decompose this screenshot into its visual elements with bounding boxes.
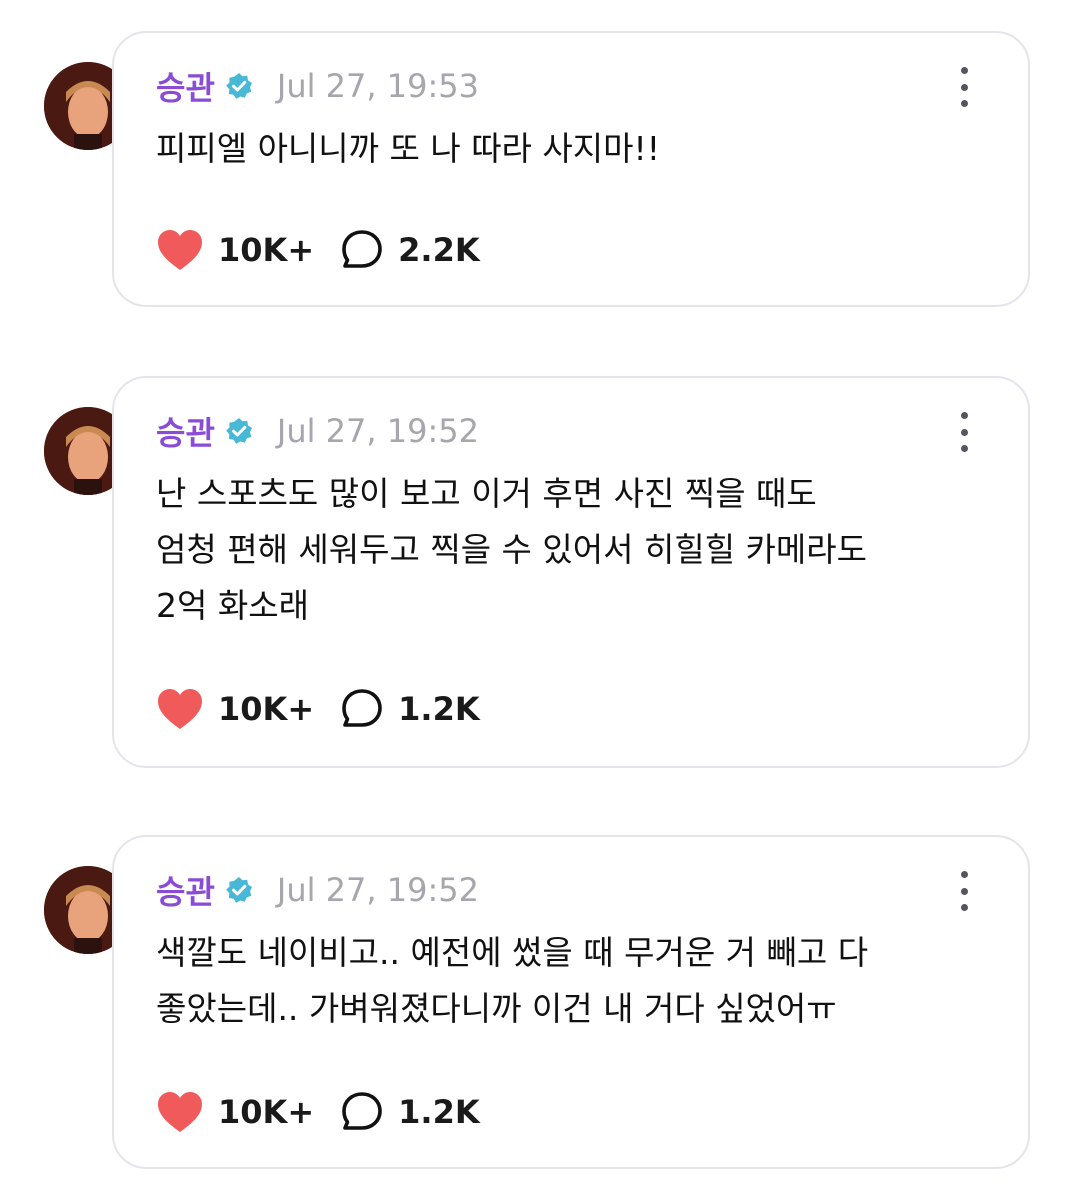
more-vertical-icon[interactable]: [952, 871, 976, 911]
like-button[interactable]: 10K+: [156, 228, 314, 272]
post-text: 색깔도 네이비고.. 예전에 썼을 때 무거운 거 빼고 다 좋았는데.. 가벼…: [156, 933, 869, 1028]
comment-bubble-icon: [342, 689, 382, 727]
comment-button[interactable]: 2.2K: [340, 228, 480, 272]
post-card: 승관 Jul 27, 19:52 난 스포츠도 많이 보고 이거 후면 사진 찍…: [112, 376, 1030, 768]
username[interactable]: 승관: [156, 867, 215, 913]
username[interactable]: 승관: [156, 63, 215, 109]
post-stats: 10K+ 1.2K: [156, 684, 480, 734]
comment-button[interactable]: 1.2K: [340, 687, 480, 731]
comment-count: 1.2K: [398, 690, 480, 728]
post-stats: 10K+ 1.2K: [156, 1087, 480, 1137]
like-count: 10K+: [218, 231, 315, 269]
post-text: 피피엘 아니니까 또 나 따라 사지마!!: [156, 129, 660, 168]
verified-badge-icon: [226, 73, 252, 99]
post-header: 승관 Jul 27, 19:52: [156, 867, 479, 913]
comment-button[interactable]: 1.2K: [340, 1090, 480, 1134]
like-count: 10K+: [218, 1093, 315, 1131]
timestamp: Jul 27, 19:53: [276, 67, 479, 105]
username[interactable]: 승관: [156, 408, 215, 454]
post-stats: 10K+ 2.2K: [156, 225, 480, 275]
timestamp: Jul 27, 19:52: [276, 412, 479, 450]
comment-count: 1.2K: [398, 1093, 480, 1131]
like-button[interactable]: 10K+: [156, 687, 314, 731]
like-button[interactable]: 10K+: [156, 1090, 314, 1134]
timestamp: Jul 27, 19:52: [276, 871, 479, 909]
heart-icon: [158, 1092, 202, 1132]
verified-badge-icon: [226, 877, 252, 903]
more-vertical-icon[interactable]: [952, 67, 976, 107]
comment-bubble-icon: [342, 230, 382, 268]
post-card: 승관 Jul 27, 19:52 색깔도 네이비고.. 예전에 썼을 때 무거운…: [112, 835, 1030, 1169]
comment-count: 2.2K: [398, 231, 480, 269]
post-text: 난 스포츠도 많이 보고 이거 후면 사진 찍을 때도 엄청 편해 세워두고 찍…: [156, 474, 867, 625]
post-header: 승관 Jul 27, 19:53: [156, 63, 479, 109]
post-header: 승관 Jul 27, 19:52: [156, 408, 479, 454]
heart-icon: [158, 230, 202, 270]
post-card: 승관 Jul 27, 19:53 피피엘 아니니까 또 나 따라 사지마!! 1…: [112, 31, 1030, 307]
more-vertical-icon[interactable]: [952, 412, 976, 452]
heart-icon: [158, 689, 202, 729]
comment-bubble-icon: [342, 1092, 382, 1130]
verified-badge-icon: [226, 418, 252, 444]
like-count: 10K+: [218, 690, 315, 728]
